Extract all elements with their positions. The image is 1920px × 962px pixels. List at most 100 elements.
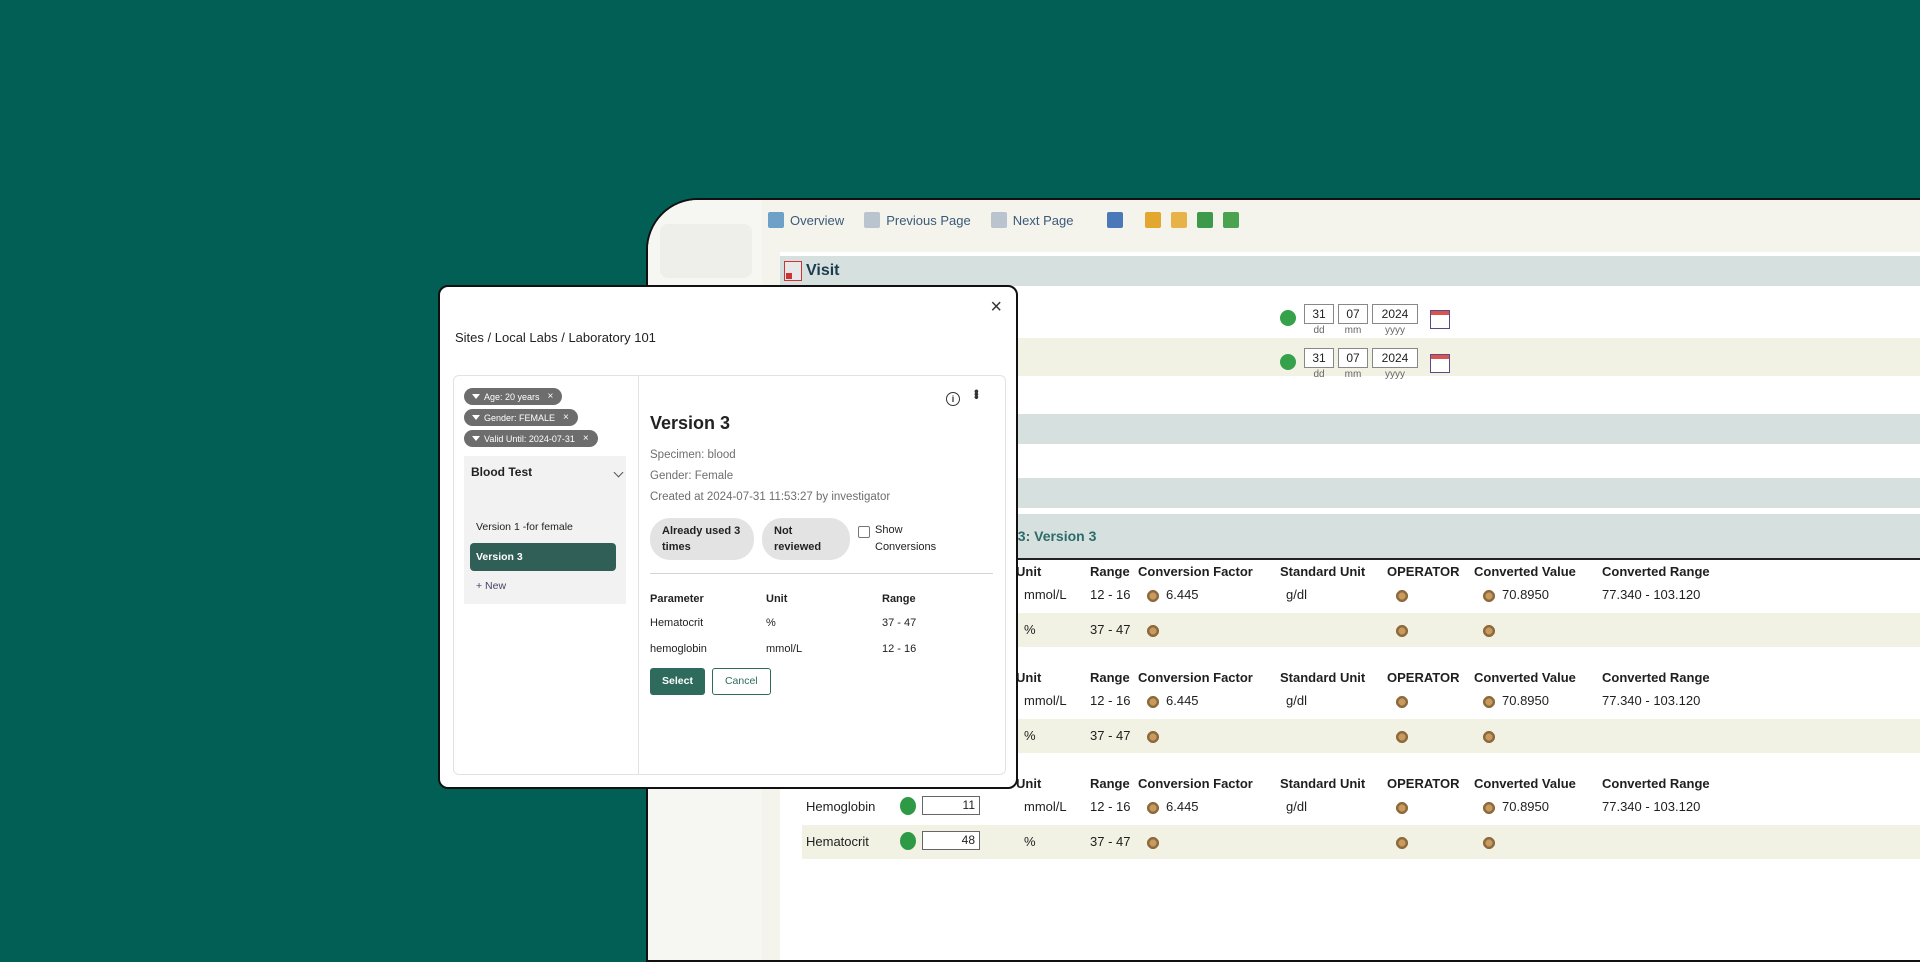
previous-page-label: Previous Page	[886, 212, 971, 228]
gear-icon[interactable]	[1146, 729, 1160, 744]
table-cell	[1482, 622, 1502, 638]
gear-icon[interactable]	[1146, 623, 1160, 638]
day-field[interactable]: 31	[1304, 348, 1334, 368]
value-cell: 11	[900, 796, 980, 815]
month-field[interactable]: 07	[1338, 348, 1368, 368]
gear-icon[interactable]	[1146, 835, 1160, 850]
calendar-icon[interactable]	[1430, 354, 1450, 373]
info-green-icon[interactable]	[1280, 354, 1296, 370]
tree-item-version-1[interactable]: Version 1 -for female	[470, 513, 616, 541]
gear-icon[interactable]	[1395, 588, 1409, 603]
filter-chip-gender[interactable]: Gender: FEMALE ×	[464, 409, 578, 426]
clipboard-icon[interactable]	[1107, 212, 1124, 228]
gear-icon[interactable]	[1482, 623, 1496, 638]
toolbar-icon-group	[1107, 212, 1240, 228]
show-conversions-checkbox[interactable]	[858, 526, 870, 538]
tree-item-version-3[interactable]: Version 3	[470, 543, 616, 571]
column-header: Converted Value	[1474, 670, 1576, 685]
table-cell: mmol/L	[1024, 587, 1067, 602]
tree-group-label[interactable]: Blood Test	[471, 465, 532, 479]
gear-icon[interactable]	[1482, 694, 1496, 709]
overview-button[interactable]: Overview	[768, 212, 844, 228]
table-cell: 12 - 16	[1090, 693, 1130, 708]
gear-icon[interactable]	[1395, 835, 1409, 850]
column-header: Range	[1090, 670, 1130, 685]
status-pills: Already used 3 times Not reviewed Show C…	[650, 518, 945, 560]
select-button[interactable]: Select	[650, 668, 705, 695]
column-header: Unit	[1016, 670, 1042, 685]
close-icon[interactable]: ×	[990, 297, 1002, 317]
cell-converted-value: 70.8950	[1502, 799, 1549, 814]
table-row: Hemoglobin 11 mmol/L 12 - 16 6.445 g/dl 70.895…	[802, 790, 1920, 824]
next-page-button[interactable]: Next Page	[990, 212, 1073, 228]
refresh-icon[interactable]	[1145, 212, 1162, 228]
cell-converted-value: 70.8950	[1502, 587, 1549, 602]
month-field[interactable]: 07	[1338, 304, 1368, 324]
table-cell: 37 - 47	[882, 617, 917, 629]
rocket-icon[interactable]	[1171, 212, 1188, 228]
chart-icon[interactable]	[1223, 212, 1240, 228]
created-text: Created at 2024-07-31 11:53:27 by invest…	[650, 491, 891, 503]
column-header: OPERATOR	[1387, 670, 1460, 685]
gear-icon[interactable]	[1482, 800, 1496, 815]
cell-std-unit: g/dl	[1286, 587, 1307, 602]
table-cell	[1395, 693, 1415, 709]
previous-page-button[interactable]: Previous Page	[864, 212, 971, 228]
value-input[interactable]: 48	[922, 831, 980, 850]
version-tree: Blood Test Version 1 -for female Version…	[464, 456, 626, 604]
gear-icon[interactable]	[1482, 835, 1496, 850]
bug-icon[interactable]	[1197, 212, 1214, 228]
overview-icon	[768, 212, 784, 228]
usage-badge: Already used 3 times	[650, 518, 754, 560]
table-cell: 37 - 47	[1090, 834, 1130, 849]
version-list-pane: Age: 20 years × Gender: FEMALE × Valid U…	[454, 376, 639, 774]
entry-status-icon[interactable]	[900, 796, 916, 815]
info-icon[interactable]: i	[946, 392, 960, 406]
version-title: Version 3	[650, 413, 731, 433]
table-cell: %	[766, 617, 776, 629]
filter-chip-label: Gender: FEMALE	[484, 412, 556, 423]
gear-icon[interactable]	[1395, 694, 1409, 709]
table-cell: 70.8950	[1482, 799, 1549, 815]
remove-filter-icon[interactable]: ×	[548, 391, 554, 402]
filter-chip-label: Age: 20 years	[484, 391, 540, 402]
gear-icon[interactable]	[1146, 588, 1160, 603]
table-cell	[1395, 587, 1415, 603]
remove-filter-icon[interactable]: ×	[583, 433, 589, 444]
gear-icon[interactable]	[1395, 623, 1409, 638]
cell-factor: 6.445	[1166, 693, 1199, 708]
more-options-icon[interactable]: •••	[969, 389, 985, 398]
gear-icon[interactable]	[1395, 729, 1409, 744]
gear-icon[interactable]	[1146, 694, 1160, 709]
entry-status-icon[interactable]	[900, 831, 916, 850]
remove-filter-icon[interactable]: ×	[563, 412, 569, 423]
table-header-row: Parameter Unit Range	[650, 588, 962, 610]
gear-icon[interactable]	[1482, 729, 1496, 744]
chevron-down-icon[interactable]	[613, 467, 624, 478]
new-version-link[interactable]: + New	[476, 580, 506, 592]
info-green-icon[interactable]	[1280, 310, 1296, 326]
year-field[interactable]: 2024	[1372, 304, 1418, 324]
cell-factor: 6.445	[1166, 799, 1199, 814]
gear-icon[interactable]	[1146, 800, 1160, 815]
column-header: Converted Range	[1602, 564, 1710, 579]
filter-chip-valid-until[interactable]: Valid Until: 2024-07-31 ×	[464, 430, 598, 447]
review-badge: Not reviewed	[762, 518, 850, 560]
day-field[interactable]: 31	[1304, 304, 1334, 324]
year-field[interactable]: 2024	[1372, 348, 1418, 368]
value-input[interactable]: 11	[922, 796, 980, 815]
table-cell: 12 - 16	[1090, 587, 1130, 602]
show-conversions-toggle[interactable]: Show Conversions	[858, 522, 945, 556]
filter-chip-age[interactable]: Age: 20 years ×	[464, 388, 563, 405]
table-cell: %	[1024, 622, 1036, 637]
table-cell: 6.445	[1146, 587, 1199, 603]
table-cell: mmol/L	[766, 643, 803, 655]
calendar-icon[interactable]	[1430, 310, 1450, 329]
gear-icon[interactable]	[1482, 588, 1496, 603]
next-page-icon	[990, 212, 1007, 228]
overview-label: Overview	[790, 212, 845, 228]
table-cell: 12 - 16	[882, 643, 917, 655]
cancel-button[interactable]: Cancel	[711, 668, 771, 695]
gear-icon[interactable]	[1395, 800, 1409, 815]
table-cell: 6.445	[1146, 693, 1199, 709]
